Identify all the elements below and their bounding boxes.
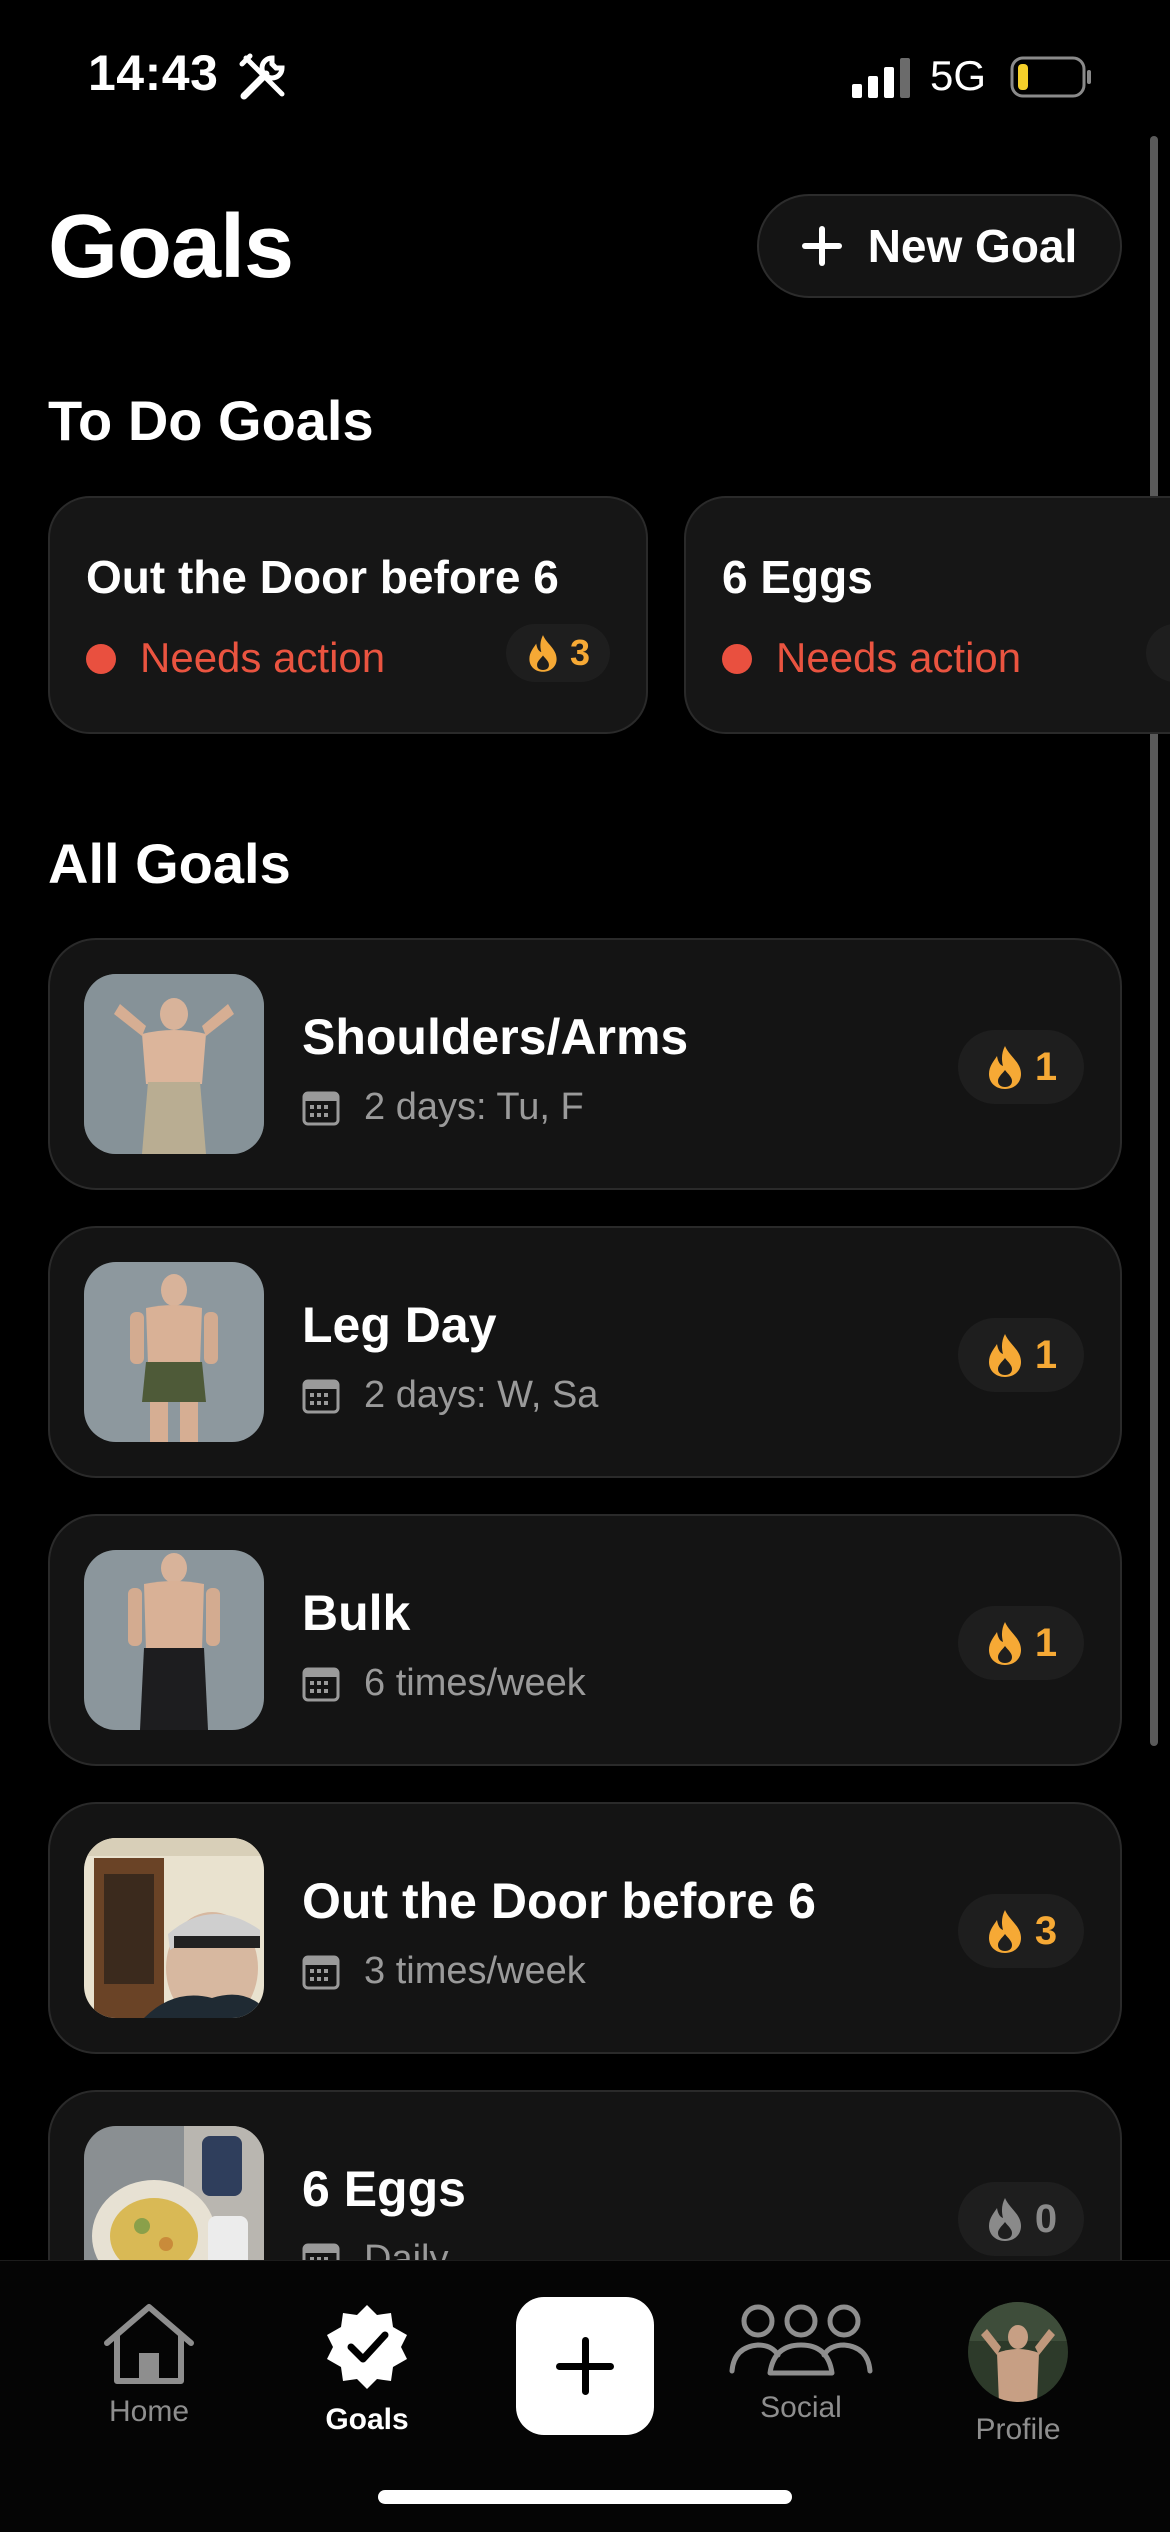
streak-count: 3 <box>569 632 591 673</box>
streak-count: 0 <box>1034 2196 1058 2241</box>
status-dot <box>86 644 116 674</box>
tab-goals-label: Goals <box>325 2403 409 2436</box>
streak-badge: 3 <box>958 1894 1084 1968</box>
streak-count: 3 <box>1034 1908 1058 1953</box>
calendar-icon <box>302 1667 340 1701</box>
streak-count: 1 <box>1034 1620 1058 1665</box>
tab-social-label: Social <box>760 2391 842 2424</box>
todo-title: Out the Door before 6 <box>86 551 559 603</box>
streak-badge: 1 <box>958 1606 1084 1680</box>
flame-icon <box>529 635 557 672</box>
streak-badge: 1 <box>958 1318 1084 1392</box>
streak-badge: 1 <box>958 1030 1084 1104</box>
plus-icon <box>801 226 842 266</box>
all-goals-section-title: All Goals <box>48 832 291 895</box>
status-bar: 14:43 5G <box>0 0 1170 150</box>
calendar-icon <box>302 1955 340 1989</box>
streak-badge: 3 <box>506 624 610 682</box>
verified-check-icon <box>327 2305 407 2389</box>
home-indicator <box>378 2490 792 2504</box>
streak-count: 1 <box>1034 1332 1058 1377</box>
goal-name: Leg Day <box>302 1297 497 1353</box>
todo-status: Needs action <box>140 634 386 681</box>
streak-badge: 0 <box>958 2182 1084 2256</box>
goal-photo <box>84 1838 264 2018</box>
flame-icon <box>988 2198 1021 2241</box>
calendar-icon <box>302 1379 340 1413</box>
page-title: Goals <box>48 197 294 297</box>
goal-photo <box>84 1262 264 1442</box>
streak-badge <box>1146 624 1170 682</box>
people-icon <box>729 2304 873 2376</box>
schedule-text: 3 times/week <box>364 1950 586 1992</box>
tab-profile[interactable]: Profile <box>918 2301 1118 2447</box>
goal-photo <box>84 1550 264 1730</box>
todo-card[interactable]: Out the Door before 6 Needs action 3 <box>48 496 648 734</box>
network-label: 5G <box>930 52 987 99</box>
new-goal-button[interactable]: New Goal <box>757 194 1122 298</box>
schedule-text: 6 times/week <box>364 1662 586 1704</box>
goal-card[interactable]: Leg Day 2 days: W, Sa 1 <box>48 1226 1122 1478</box>
todo-status: Needs action <box>776 634 1022 681</box>
tools-icon <box>239 53 285 100</box>
schedule-text: 2 days: W, Sa <box>364 1374 599 1416</box>
todo-title: 6 Eggs <box>722 551 873 603</box>
avatar <box>968 2302 1068 2402</box>
scroll-indicator[interactable] <box>1150 136 1158 1746</box>
status-dot <box>722 644 752 674</box>
schedule-text: 2 days: Tu, F <box>364 1086 584 1128</box>
goal-photo <box>84 974 264 1154</box>
todo-section-title: To Do Goals <box>48 389 374 452</box>
add-button[interactable] <box>516 2297 654 2435</box>
todo-carousel[interactable]: Out the Door before 6 Needs action 3 6 E… <box>48 496 1170 736</box>
streak-count: 1 <box>1034 1044 1058 1089</box>
goal-name: Bulk <box>302 1585 411 1641</box>
goal-schedule: 2 days: W, Sa <box>302 1374 598 1417</box>
goal-card[interactable]: Bulk 6 times/week 1 <box>48 1514 1122 1766</box>
todo-card[interactable]: 6 Eggs Needs action <box>684 496 1170 734</box>
cellular-signal-icon <box>852 58 910 98</box>
tab-social[interactable]: Social <box>701 2301 901 2425</box>
calendar-icon <box>302 1091 340 1125</box>
goal-schedule: 2 days: Tu, F <box>302 1086 584 1129</box>
home-icon <box>104 2304 194 2384</box>
tab-home[interactable]: Home <box>49 2301 249 2429</box>
goal-name: Out the Door before 6 <box>302 1873 816 1929</box>
flame-icon <box>988 1046 1021 1089</box>
flame-icon <box>988 1334 1021 1377</box>
battery-icon <box>1010 56 1091 98</box>
goal-card[interactable]: Shoulders/Arms 2 days: Tu, F 1 <box>48 938 1122 1190</box>
tab-profile-label: Profile <box>975 2413 1061 2446</box>
tab-home-label: Home <box>108 2395 190 2428</box>
tab-goals[interactable]: Goals <box>267 2301 467 2437</box>
goal-schedule: 6 times/week <box>302 1662 586 1705</box>
goal-name: 6 Eggs <box>302 2161 466 2217</box>
status-time: 14:43 <box>88 45 219 101</box>
flame-icon <box>988 1622 1021 1665</box>
new-goal-label: New Goal <box>867 220 1078 272</box>
goal-schedule: 3 times/week <box>302 1950 586 1993</box>
goal-card[interactable]: Out the Door before 6 3 times/week 3 <box>48 1802 1122 2054</box>
goal-name: Shoulders/Arms <box>302 1009 689 1065</box>
flame-icon <box>988 1910 1021 1953</box>
